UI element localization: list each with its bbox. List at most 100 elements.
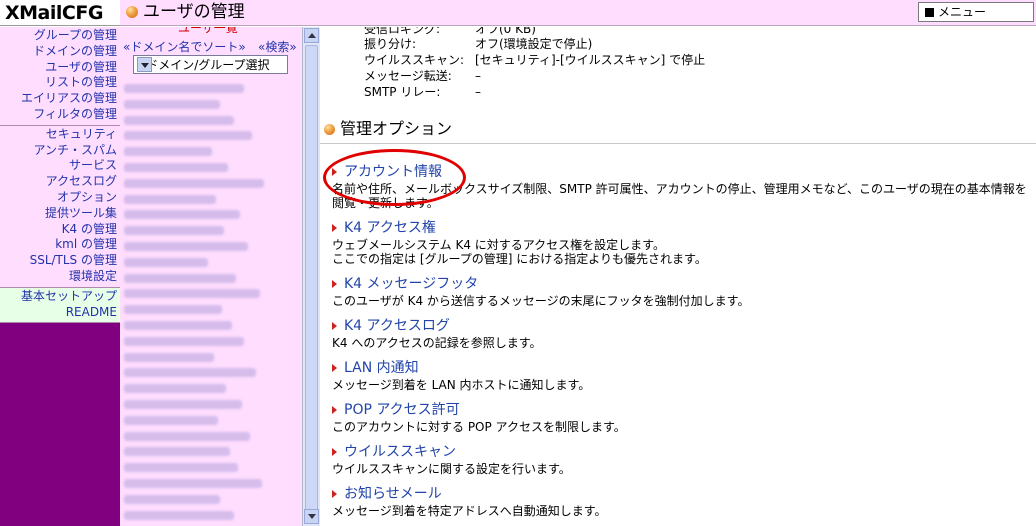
setting-value: – [475, 85, 481, 99]
blurred-user-entry[interactable] [124, 210, 240, 220]
blurred-user-entry[interactable] [124, 336, 244, 346]
nav-group-management: グループの管理 ドメインの管理 ユーザの管理 リストの管理 エイリアスの管理 フ… [0, 27, 120, 126]
blurred-user-entry[interactable] [124, 178, 264, 188]
search-link[interactable]: «検索» [258, 38, 297, 55]
blurred-user-entry[interactable] [124, 147, 212, 157]
k4-access-link[interactable]: K4 アクセス権 [344, 220, 436, 236]
option-desc: このアカウントに対する POP アクセスを制限します。 [332, 420, 626, 434]
section-header: 管理オプション [324, 119, 452, 139]
nav-item-security[interactable]: セキュリティ [0, 127, 117, 143]
scroll-up-arrow-icon[interactable] [304, 28, 319, 43]
blurred-user-entry[interactable] [124, 384, 226, 394]
blurred-user-entry[interactable] [124, 352, 214, 362]
title-bar: ユーザの管理 メニュー [120, 0, 1036, 26]
blurred-user-entry[interactable] [124, 163, 228, 172]
square-icon [925, 8, 934, 17]
k4-log-link[interactable]: K4 アクセスログ [344, 318, 450, 334]
nav-item-env[interactable]: 環境設定 [0, 269, 117, 285]
nav-item-filters[interactable]: フィルタの管理 [0, 107, 117, 123]
blurred-user-entry[interactable] [124, 257, 208, 267]
nav-item-domains[interactable]: ドメインの管理 [0, 44, 117, 60]
blurred-user-entry[interactable] [124, 194, 216, 204]
nav-item-lists[interactable]: リストの管理 [0, 75, 117, 91]
triangle-bullet-icon [332, 280, 337, 288]
sidebar-nav: グループの管理 ドメインの管理 ユーザの管理 リストの管理 エイリアスの管理 フ… [0, 27, 120, 526]
page-title: ユーザの管理 [143, 2, 245, 22]
app-logo: XMailCFG [0, 0, 120, 26]
logo-text: XMailCFG [5, 2, 103, 24]
blurred-user-entry[interactable] [124, 131, 252, 141]
lan-notify-link[interactable]: LAN 内通知 [344, 360, 419, 376]
setting-key: ウイルススキャン: [364, 53, 465, 67]
nav-item-options[interactable]: オプション [0, 190, 117, 206]
blurred-user-entry[interactable] [124, 479, 262, 488]
scroll-thumb[interactable] [305, 45, 318, 515]
blurred-user-entry[interactable] [124, 400, 242, 409]
setting-value: – [475, 69, 481, 83]
main-content: 受信ロギング: オフ(0 KB) 振り分け: オフ(環境設定で停止) ウイルスス… [320, 27, 1036, 526]
sort-by-domain-link[interactable]: «ドメイン名でソート» [123, 38, 246, 55]
menu-select[interactable]: メニュー [918, 2, 1034, 22]
setting-value: オフ(0 KB) [475, 27, 536, 36]
nav-item-antispam[interactable]: アンチ・スパム [0, 143, 117, 159]
blurred-user-entry[interactable] [124, 84, 244, 93]
blurred-user-entry[interactable] [124, 242, 248, 251]
setting-key: 振り分け: [364, 37, 417, 51]
blurred-user-entry[interactable] [124, 415, 218, 425]
virus-scan-link[interactable]: ウイルススキャン [344, 444, 456, 460]
menu-label: メニュー [938, 5, 987, 19]
user-list-pane: ユーザ一覧 «ドメイン名でソート» «検索» ▽ドメイン/グループ選択 [120, 27, 302, 526]
nav-group-setup: 基本セットアップ README [0, 287, 120, 324]
domain-group-select[interactable]: ▽ドメイン/グループ選択 [133, 55, 288, 74]
nav-item-service[interactable]: サービス [0, 158, 117, 174]
blurred-user-entry[interactable] [124, 226, 224, 236]
triangle-bullet-icon [332, 224, 337, 232]
blurred-user-entry[interactable] [124, 463, 238, 473]
blurred-user-entry[interactable] [124, 273, 236, 283]
orange-orb-icon [126, 6, 138, 18]
nav-item-tools[interactable]: 提供ツール集 [0, 206, 117, 222]
triangle-bullet-icon [332, 406, 337, 414]
option-desc: メッセージ到着を LAN 内ホストに通知します。 [332, 378, 591, 392]
nav-item-accesslog[interactable]: アクセスログ [0, 174, 117, 190]
setting-key: メッセージ転送: [364, 69, 452, 83]
setting-value: オフ(環境設定で停止) [475, 37, 593, 51]
option-desc: このユーザが K4 から送信するメッセージの末尾にフッタを強制付加します。 [332, 294, 750, 308]
orange-orb-icon [324, 124, 335, 135]
pop-access-link[interactable]: POP アクセス許可 [344, 402, 460, 418]
k4-footer-link[interactable]: K4 メッセージフッタ [344, 276, 478, 292]
nav-item-k4[interactable]: K4 の管理 [0, 222, 117, 238]
blurred-user-entry[interactable] [124, 99, 220, 109]
red-highlight-circle [323, 149, 466, 206]
nav-item-aliases[interactable]: エイリアスの管理 [0, 91, 117, 107]
nav-item-readme[interactable]: README [0, 305, 117, 321]
scroll-down-arrow-icon[interactable] [304, 509, 319, 524]
section-divider [320, 143, 1036, 144]
chevron-down-icon[interactable] [137, 57, 152, 72]
blurred-user-entry[interactable] [124, 494, 220, 504]
nav-item-groups[interactable]: グループの管理 [0, 28, 117, 44]
option-desc: メッセージ到着を特定アドレスへ自動通知します。 [332, 504, 607, 518]
triangle-bullet-icon [332, 448, 337, 456]
blurred-user-entry[interactable] [124, 510, 234, 520]
user-list-scrollbar[interactable] [302, 27, 320, 526]
blurred-user-entry[interactable] [124, 305, 222, 315]
option-desc: K4 へのアクセスの記録を参照します。 [332, 336, 542, 350]
option-desc: ウイルススキャンに関する設定を行います。 [332, 462, 571, 476]
nav-item-setup[interactable]: 基本セットアップ [0, 289, 117, 305]
blurred-user-entry[interactable] [124, 289, 260, 299]
setting-value: [セキュリティ]-[ウイルススキャン] で停止 [475, 53, 706, 67]
triangle-bullet-icon [332, 364, 337, 372]
section-title: 管理オプション [340, 119, 453, 138]
blurred-user-entry[interactable] [124, 447, 230, 457]
setting-key: 受信ロギング: [364, 27, 441, 36]
nav-item-kml[interactable]: kml の管理 [0, 237, 117, 253]
blurred-user-entry[interactable] [124, 431, 250, 441]
blurred-user-entry[interactable] [124, 115, 234, 125]
blurred-user-entry[interactable] [124, 368, 256, 378]
option-desc: ウェブメールシステム K4 に対するアクセス権を設定します。 ここでの指定は [… [332, 238, 707, 266]
nav-item-ssl[interactable]: SSL/TLS の管理 [0, 253, 117, 269]
blurred-user-entry[interactable] [124, 321, 232, 330]
notify-mail-link[interactable]: お知らせメール [344, 486, 442, 502]
nav-item-users[interactable]: ユーザの管理 [0, 60, 117, 76]
